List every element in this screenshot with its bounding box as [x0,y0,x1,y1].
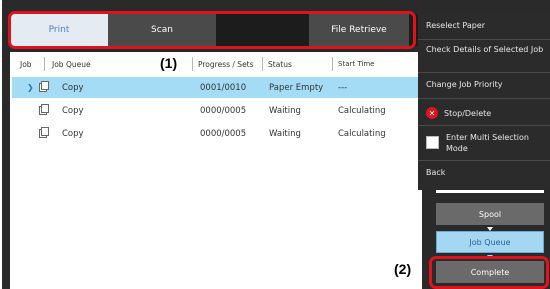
status-cell: Waiting [269,128,301,139]
column-divider [44,57,45,71]
callout-label-1: (1) [160,55,178,71]
column-header-status: Status [268,59,292,69]
complete-callout-frame [429,256,549,289]
menu-item-change-priority[interactable]: Change Job Priority [426,79,544,90]
job-table-header: Job Job Queue Progress / Sets Status Sta… [12,53,420,75]
copy-job-icon [39,81,49,92]
job-action-menu: Reselect Paper Check Details of Selected… [418,10,550,190]
start-time-cell: Calculating [338,128,386,139]
job-status-screen: Print Scan File Retrieve › Job Job Queue… [0,0,550,289]
menu-divider [418,125,550,126]
table-row[interactable]: Copy 0000/0005 Waiting Calculating [12,123,420,144]
spool-button[interactable]: Spool [436,203,544,225]
progress-cell: 0000/0005 [200,128,247,139]
tab-bar-callout-frame [8,11,416,49]
start-time-cell: Calculating [338,105,386,116]
menu-item-reselect-paper[interactable]: Reselect Paper [426,20,544,31]
table-row[interactable]: Copy 0000/0005 Waiting Calculating [12,100,420,121]
copy-job-icon [39,104,49,115]
status-cell: Waiting [269,105,301,116]
progress-cell: 0000/0005 [200,105,247,116]
job-queue-cell: Copy [62,128,84,139]
callout-label-2: (2) [394,261,412,277]
table-row[interactable]: ❯ Copy 0001/0010 Paper Empty --- [12,77,420,98]
column-divider [192,57,193,71]
menu-item-check-details[interactable]: Check Details of Selected Job [426,44,544,55]
column-header-job-queue: Job Queue [52,59,91,69]
column-header-start-time: Start Time [338,60,375,68]
job-queue-cell: Copy [62,82,84,93]
multi-select-checkbox-icon[interactable] [426,136,439,149]
menu-divider [418,98,550,99]
menu-item-multi-select[interactable]: Enter Multi Selection Mode [446,132,542,154]
column-divider [262,57,263,71]
column-divider [332,57,333,71]
expand-chevron-icon[interactable]: ❯ [27,77,34,98]
start-time-cell: --- [338,82,348,93]
copy-job-icon [39,127,49,138]
menu-item-back[interactable]: Back [426,167,544,178]
column-header-progress: Progress / Sets [198,59,254,69]
menu-divider [418,160,550,161]
menu-item-stop-delete[interactable]: Stop/Delete [444,108,544,119]
column-header-job: Job [20,59,32,69]
menu-divider [418,39,550,40]
progress-cell: 0001/0010 [200,82,247,93]
job-queue-button[interactable]: Job Queue [436,231,544,253]
status-cell: Paper Empty [269,82,324,93]
job-queue-cell: Copy [62,105,84,116]
stop-delete-icon: ✕ [426,107,438,119]
menu-divider [418,72,550,73]
